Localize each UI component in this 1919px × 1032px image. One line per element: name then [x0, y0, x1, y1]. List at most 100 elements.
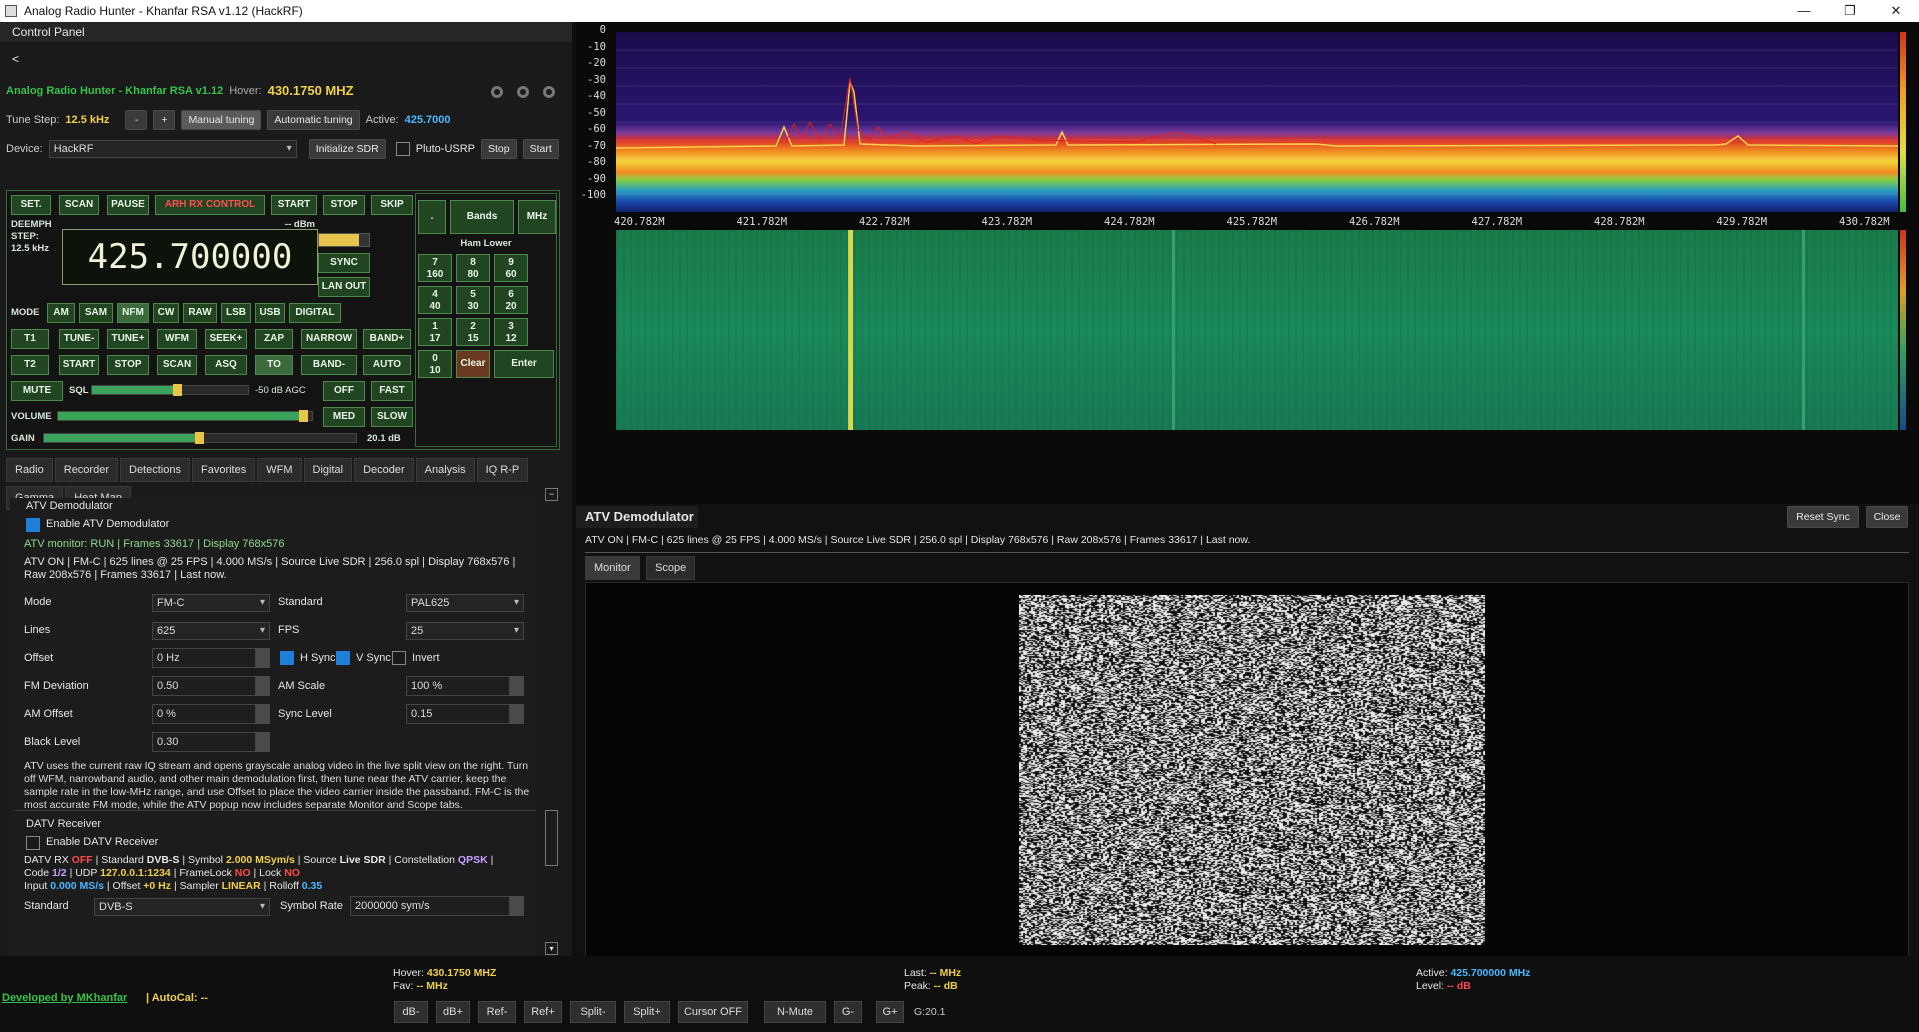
- pluto-usrp-checkbox[interactable]: [395, 142, 410, 156]
- keypad-key-4[interactable]: 4 40: [418, 286, 452, 314]
- keypad-key-3[interactable]: 3 12: [494, 318, 528, 346]
- tab-detections[interactable]: Detections: [120, 458, 190, 482]
- db-plus-button[interactable]: dB+: [436, 1001, 470, 1023]
- stop-row-button[interactable]: STOP: [107, 355, 149, 375]
- gain-slider[interactable]: [43, 432, 357, 444]
- keypad-clear-button[interactable]: Clear: [456, 350, 490, 378]
- tab-monitor[interactable]: Monitor: [585, 556, 640, 580]
- tune-plus-button[interactable]: TUNE+: [107, 329, 149, 349]
- keypad-key-6[interactable]: 6 20: [494, 286, 528, 314]
- keypad-key-2[interactable]: 2 15: [456, 318, 490, 346]
- skip-button[interactable]: SKIP: [371, 195, 413, 215]
- fm-deviation-spinner[interactable]: [256, 676, 270, 696]
- agc-off-button[interactable]: OFF: [323, 381, 365, 401]
- keypad-key-8[interactable]: 8 80: [456, 254, 490, 282]
- band-plus-button[interactable]: BAND+: [363, 329, 411, 349]
- frequency-display[interactable]: 425.700000: [62, 229, 318, 285]
- mode-sam-button[interactable]: SAM: [79, 303, 113, 323]
- mode-cw-button[interactable]: CW: [153, 303, 179, 323]
- wfm-button[interactable]: WFM: [157, 329, 197, 349]
- asq-button[interactable]: ASQ: [205, 355, 247, 375]
- agc-med-button[interactable]: MED: [323, 407, 365, 427]
- automatic-tuning-button[interactable]: Automatic tuning: [267, 110, 360, 130]
- maximize-button[interactable]: ❐: [1827, 0, 1873, 22]
- volume-slider[interactable]: [57, 410, 313, 422]
- slider-knob[interactable]: [195, 432, 204, 444]
- tab-scope[interactable]: Scope: [646, 556, 696, 580]
- squelch-slider[interactable]: [91, 384, 249, 396]
- symbol-rate-spinner[interactable]: [510, 896, 524, 916]
- tab-recorder[interactable]: Recorder: [54, 458, 118, 482]
- am-scale-input[interactable]: 100 %: [406, 676, 510, 696]
- keypad-enter-button[interactable]: Enter: [494, 350, 554, 378]
- stop-sdr-button[interactable]: Stop: [481, 139, 517, 159]
- keypad-dot-button[interactable]: .: [418, 200, 446, 234]
- mode-usb-button[interactable]: USB: [255, 303, 285, 323]
- waterfall-display[interactable]: [616, 230, 1898, 430]
- start-sdr-button[interactable]: Start: [522, 139, 559, 159]
- seek-plus-button[interactable]: SEEK+: [205, 329, 247, 349]
- sync-button[interactable]: SYNC: [318, 253, 370, 273]
- to-button[interactable]: TO: [255, 355, 293, 375]
- set-button[interactable]: SET.: [11, 195, 51, 215]
- vsync-checkbox[interactable]: [336, 651, 350, 665]
- close-atv-button[interactable]: Close: [1866, 506, 1908, 528]
- tune-step-minus-button[interactable]: -: [125, 110, 148, 130]
- spectrum-plot[interactable]: [616, 32, 1898, 212]
- mode-digital-button[interactable]: DIGITAL: [289, 303, 341, 323]
- atv-standard-select[interactable]: PAL625: [406, 594, 524, 612]
- keypad-key-5[interactable]: 5 30: [456, 286, 490, 314]
- mode-raw-button[interactable]: RAW: [183, 303, 217, 323]
- split-plus-button[interactable]: Split+: [624, 1001, 670, 1023]
- atv-fps-select[interactable]: 25: [406, 622, 524, 640]
- scroll-up-icon[interactable]: −: [545, 488, 558, 501]
- narrow-button[interactable]: NARROW: [301, 329, 357, 349]
- keypad-key-9[interactable]: 9 60: [494, 254, 528, 282]
- close-window-button[interactable]: ✕: [1873, 0, 1919, 22]
- tab-radio[interactable]: Radio: [6, 458, 53, 482]
- datv-standard-select[interactable]: DVB-S: [94, 898, 270, 916]
- ref-minus-button[interactable]: Ref-: [478, 1001, 516, 1023]
- tab-digital[interactable]: Digital: [303, 458, 353, 482]
- t1-button[interactable]: T1: [11, 329, 49, 349]
- zap-button[interactable]: ZAP: [255, 329, 293, 349]
- band-minus-button[interactable]: BAND-: [301, 355, 357, 375]
- slider-knob[interactable]: [172, 384, 182, 396]
- developer-link[interactable]: Developed by MKhanfar: [2, 992, 127, 1004]
- agc-fast-button[interactable]: FAST: [371, 381, 413, 401]
- mute-button[interactable]: MUTE: [11, 381, 63, 401]
- bands-button[interactable]: Bands: [450, 200, 514, 234]
- am-offset-input[interactable]: 0 %: [152, 704, 256, 724]
- atv-mode-select[interactable]: FM-C: [152, 594, 270, 612]
- scan-row-button[interactable]: SCAN: [157, 355, 197, 375]
- collapse-panel-button[interactable]: <: [12, 52, 19, 66]
- tune-step-plus-button[interactable]: +: [153, 110, 176, 130]
- lan-out-button[interactable]: LAN OUT: [318, 277, 370, 297]
- invert-checkbox[interactable]: [392, 651, 406, 665]
- t2-button[interactable]: T2: [11, 355, 49, 375]
- mode-am-button[interactable]: AM: [47, 303, 75, 323]
- video-monitor[interactable]: [585, 582, 1909, 958]
- enable-atv-checkbox[interactable]: [26, 518, 40, 532]
- sync-level-input[interactable]: 0.15: [406, 704, 510, 724]
- start-row-button[interactable]: START: [59, 355, 99, 375]
- enable-datv-checkbox[interactable]: [26, 836, 40, 850]
- minimize-button[interactable]: —: [1781, 0, 1827, 22]
- device-select[interactable]: HackRF: [48, 140, 297, 158]
- am-scale-spinner[interactable]: [510, 676, 524, 696]
- symbol-rate-input[interactable]: 2000000 sym/s: [350, 896, 510, 916]
- tab-decoder[interactable]: Decoder: [354, 458, 414, 482]
- auto-button[interactable]: AUTO: [363, 355, 411, 375]
- sync-level-spinner[interactable]: [510, 704, 524, 724]
- tune-minus-button[interactable]: TUNE-: [59, 329, 99, 349]
- manual-tuning-button[interactable]: Manual tuning: [181, 110, 262, 130]
- mode-lsb-button[interactable]: LSB: [221, 303, 251, 323]
- reset-sync-button[interactable]: Reset Sync: [1787, 506, 1859, 528]
- pause-button[interactable]: PAUSE: [107, 195, 149, 215]
- db-minus-button[interactable]: dB-: [394, 1001, 428, 1023]
- offset-input[interactable]: 0 Hz: [152, 648, 256, 668]
- offset-spinner[interactable]: [256, 648, 270, 668]
- tab-analysis[interactable]: Analysis: [415, 458, 475, 482]
- black-level-spinner[interactable]: [256, 732, 270, 752]
- scan-button[interactable]: SCAN: [59, 195, 99, 215]
